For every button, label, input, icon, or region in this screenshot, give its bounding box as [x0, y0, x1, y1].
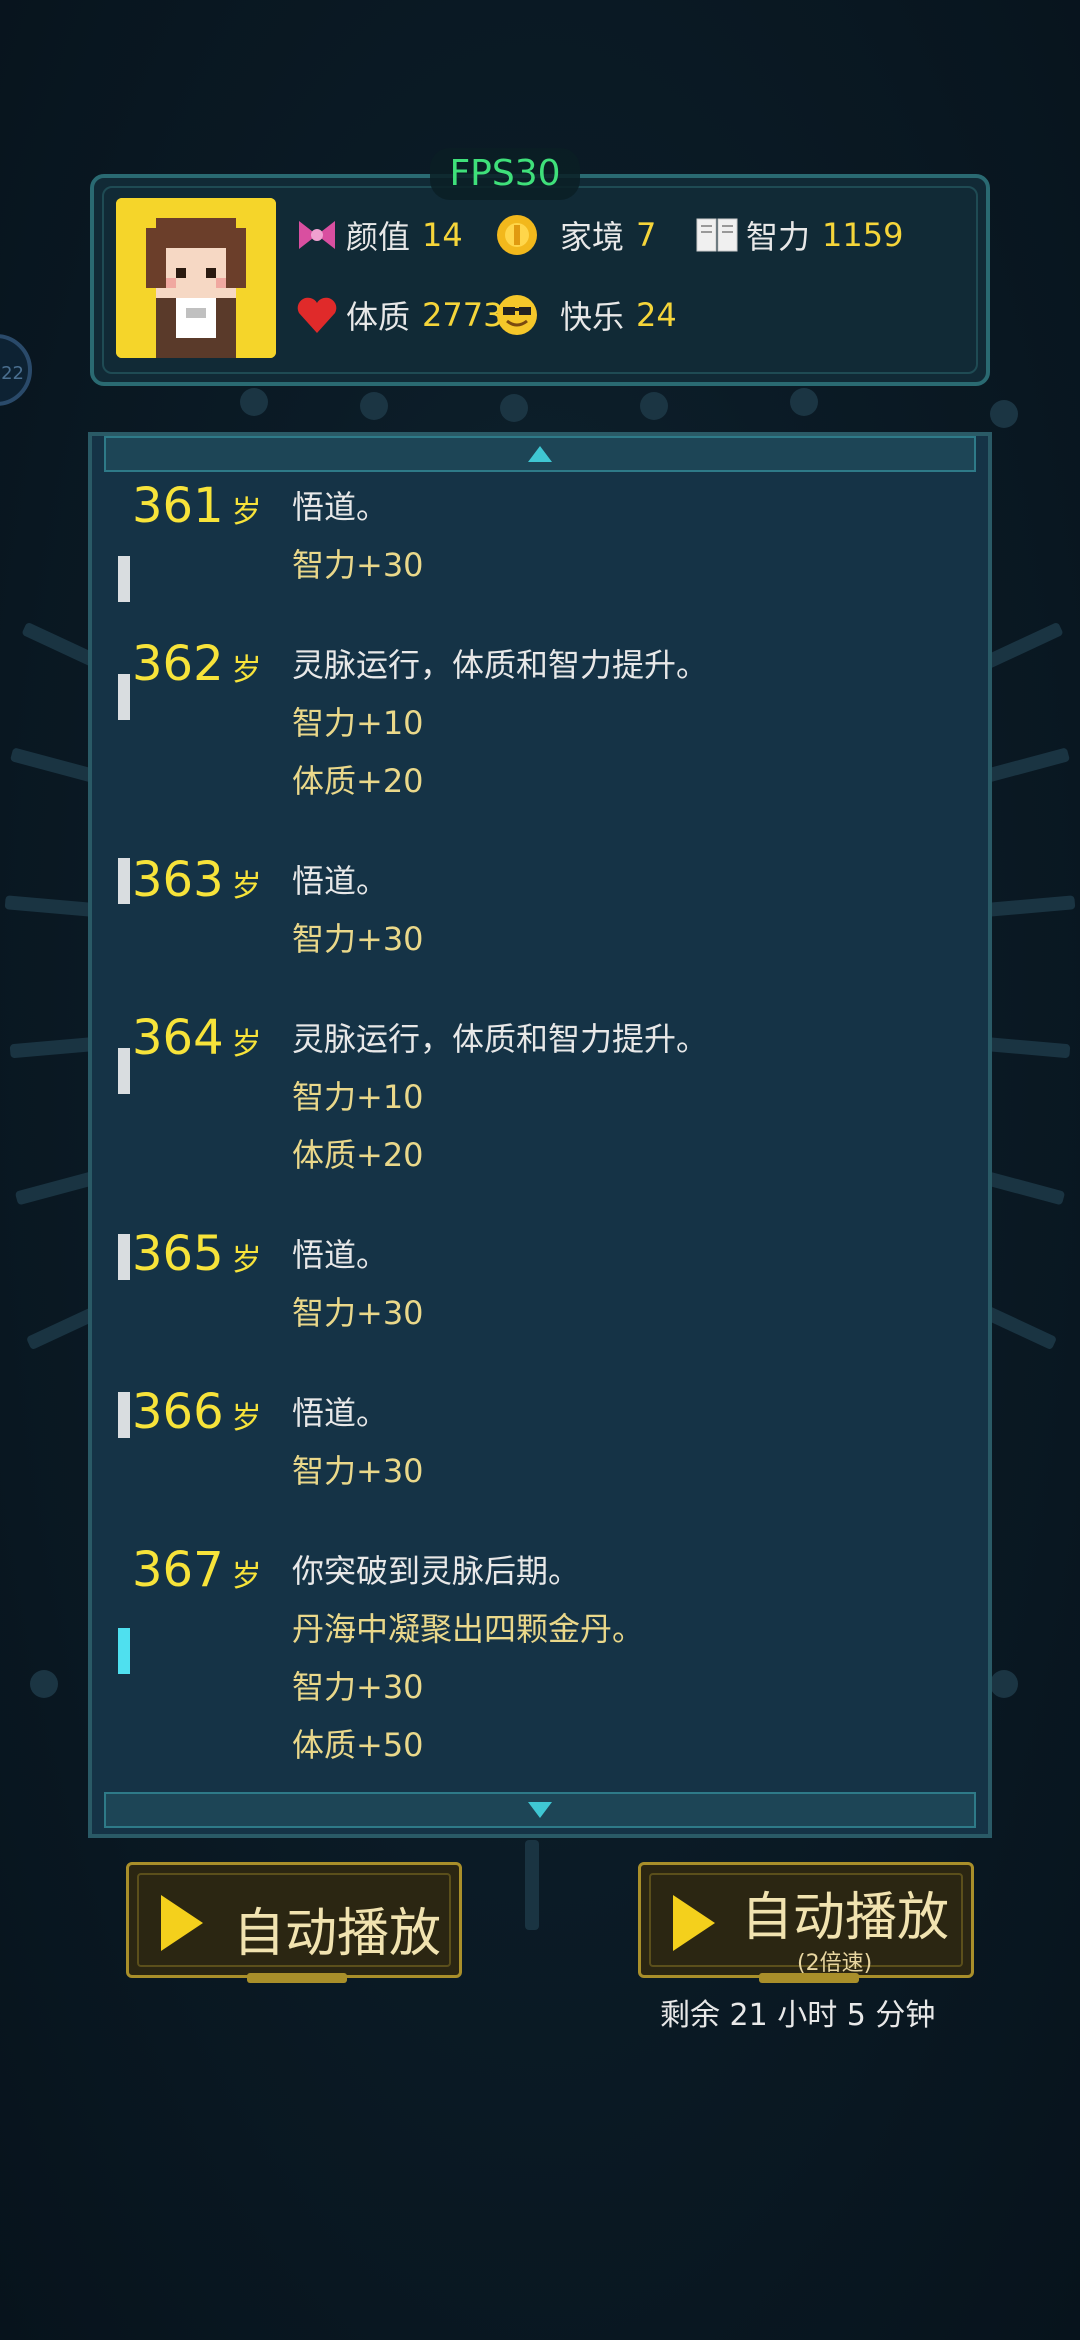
entry-marker [118, 674, 130, 720]
log-effect: 智力+30 [292, 920, 424, 958]
auto-play-2x-label: 自动播放 [741, 1888, 950, 1948]
stat-label: 智力 [746, 218, 811, 256]
stat-value: 2773 [422, 296, 504, 334]
chevron-up-icon [528, 446, 552, 462]
log-effect: 体质+20 [292, 1136, 424, 1174]
stat-value: 14 [422, 216, 463, 254]
stat-label: 体质 [346, 298, 411, 336]
entry-marker [118, 556, 130, 602]
stat-label: 快乐 [560, 298, 625, 336]
log-text: 灵脉运行，体质和智力提升。 [292, 1020, 709, 1058]
fps-counter: FPS30 [430, 148, 580, 200]
remaining-time: 剩余 21 小时 5 分钟 [660, 1998, 936, 2033]
heart-icon [294, 292, 340, 338]
sunglasses-smile-icon [494, 292, 540, 338]
bow-icon [294, 212, 340, 258]
log-text: 灵脉运行，体质和智力提升。 [292, 646, 709, 684]
avatar[interactable] [116, 198, 276, 358]
log-text: 悟道。 [292, 1236, 389, 1274]
log-text: 你突破到灵脉后期。 [292, 1552, 581, 1590]
scroll-up-button[interactable] [104, 436, 976, 472]
stat-value: 1159 [822, 216, 904, 254]
log-effect: 智力+30 [292, 546, 424, 584]
log-text: 悟道。 [292, 488, 389, 526]
character-stats-panel: 颜值 14 家境 7 智力 1159 体质 2773 快乐 24 [90, 174, 990, 386]
button-tab [759, 1973, 859, 1983]
auto-play-2x-button[interactable]: 自动播放 (2倍速) [638, 1862, 974, 1983]
auto-play-button[interactable]: 自动播放 [126, 1862, 462, 1983]
stat-label: 家境 [560, 218, 625, 256]
log-effect: 智力+10 [292, 1078, 424, 1116]
play-icon [161, 1895, 203, 1951]
log-effect: 智力+30 [292, 1294, 424, 1332]
scroll-down-button[interactable] [104, 1792, 976, 1828]
stat-appearance: 颜值 14 [294, 212, 463, 258]
log-text: 悟道。 [292, 1394, 389, 1432]
log-effect: 智力+30 [292, 1668, 424, 1706]
entry-marker-current [118, 1628, 130, 1674]
play-icon [673, 1895, 715, 1951]
entry-marker [118, 1392, 130, 1438]
entry-marker [118, 1234, 130, 1280]
entry-marker [118, 1048, 130, 1094]
chevron-down-icon [528, 1802, 552, 1818]
coin-icon [494, 212, 540, 258]
book-icon [694, 212, 740, 258]
stat-family: 家境 7 [494, 212, 656, 258]
log-text: 悟道。 [292, 862, 389, 900]
stat-happiness: 快乐 24 [494, 292, 677, 338]
stat-label: 颜值 [346, 218, 411, 256]
life-log-panel[interactable]: 361 岁 悟道。 智力+30 362 岁 灵脉运行，体质和智力提升。 智力+10 … [88, 432, 992, 1838]
stat-constitution: 体质 2773 [294, 292, 503, 338]
log-effect: 体质+20 [292, 762, 424, 800]
log-effect: 智力+10 [292, 704, 424, 742]
log-effect: 体质+50 [292, 1726, 424, 1764]
log-effect: 智力+30 [292, 1452, 424, 1490]
button-tab [247, 1973, 347, 1983]
entry-marker [118, 858, 130, 904]
edge-badge[interactable]: 22 [0, 334, 32, 406]
stat-value: 7 [636, 216, 657, 254]
stat-intelligence: 智力 1159 [694, 212, 903, 258]
stat-value: 24 [636, 296, 677, 334]
log-effect: 丹海中凝聚出四颗金丹。 [292, 1610, 645, 1648]
auto-play-label: 自动播放 [233, 1904, 442, 1964]
